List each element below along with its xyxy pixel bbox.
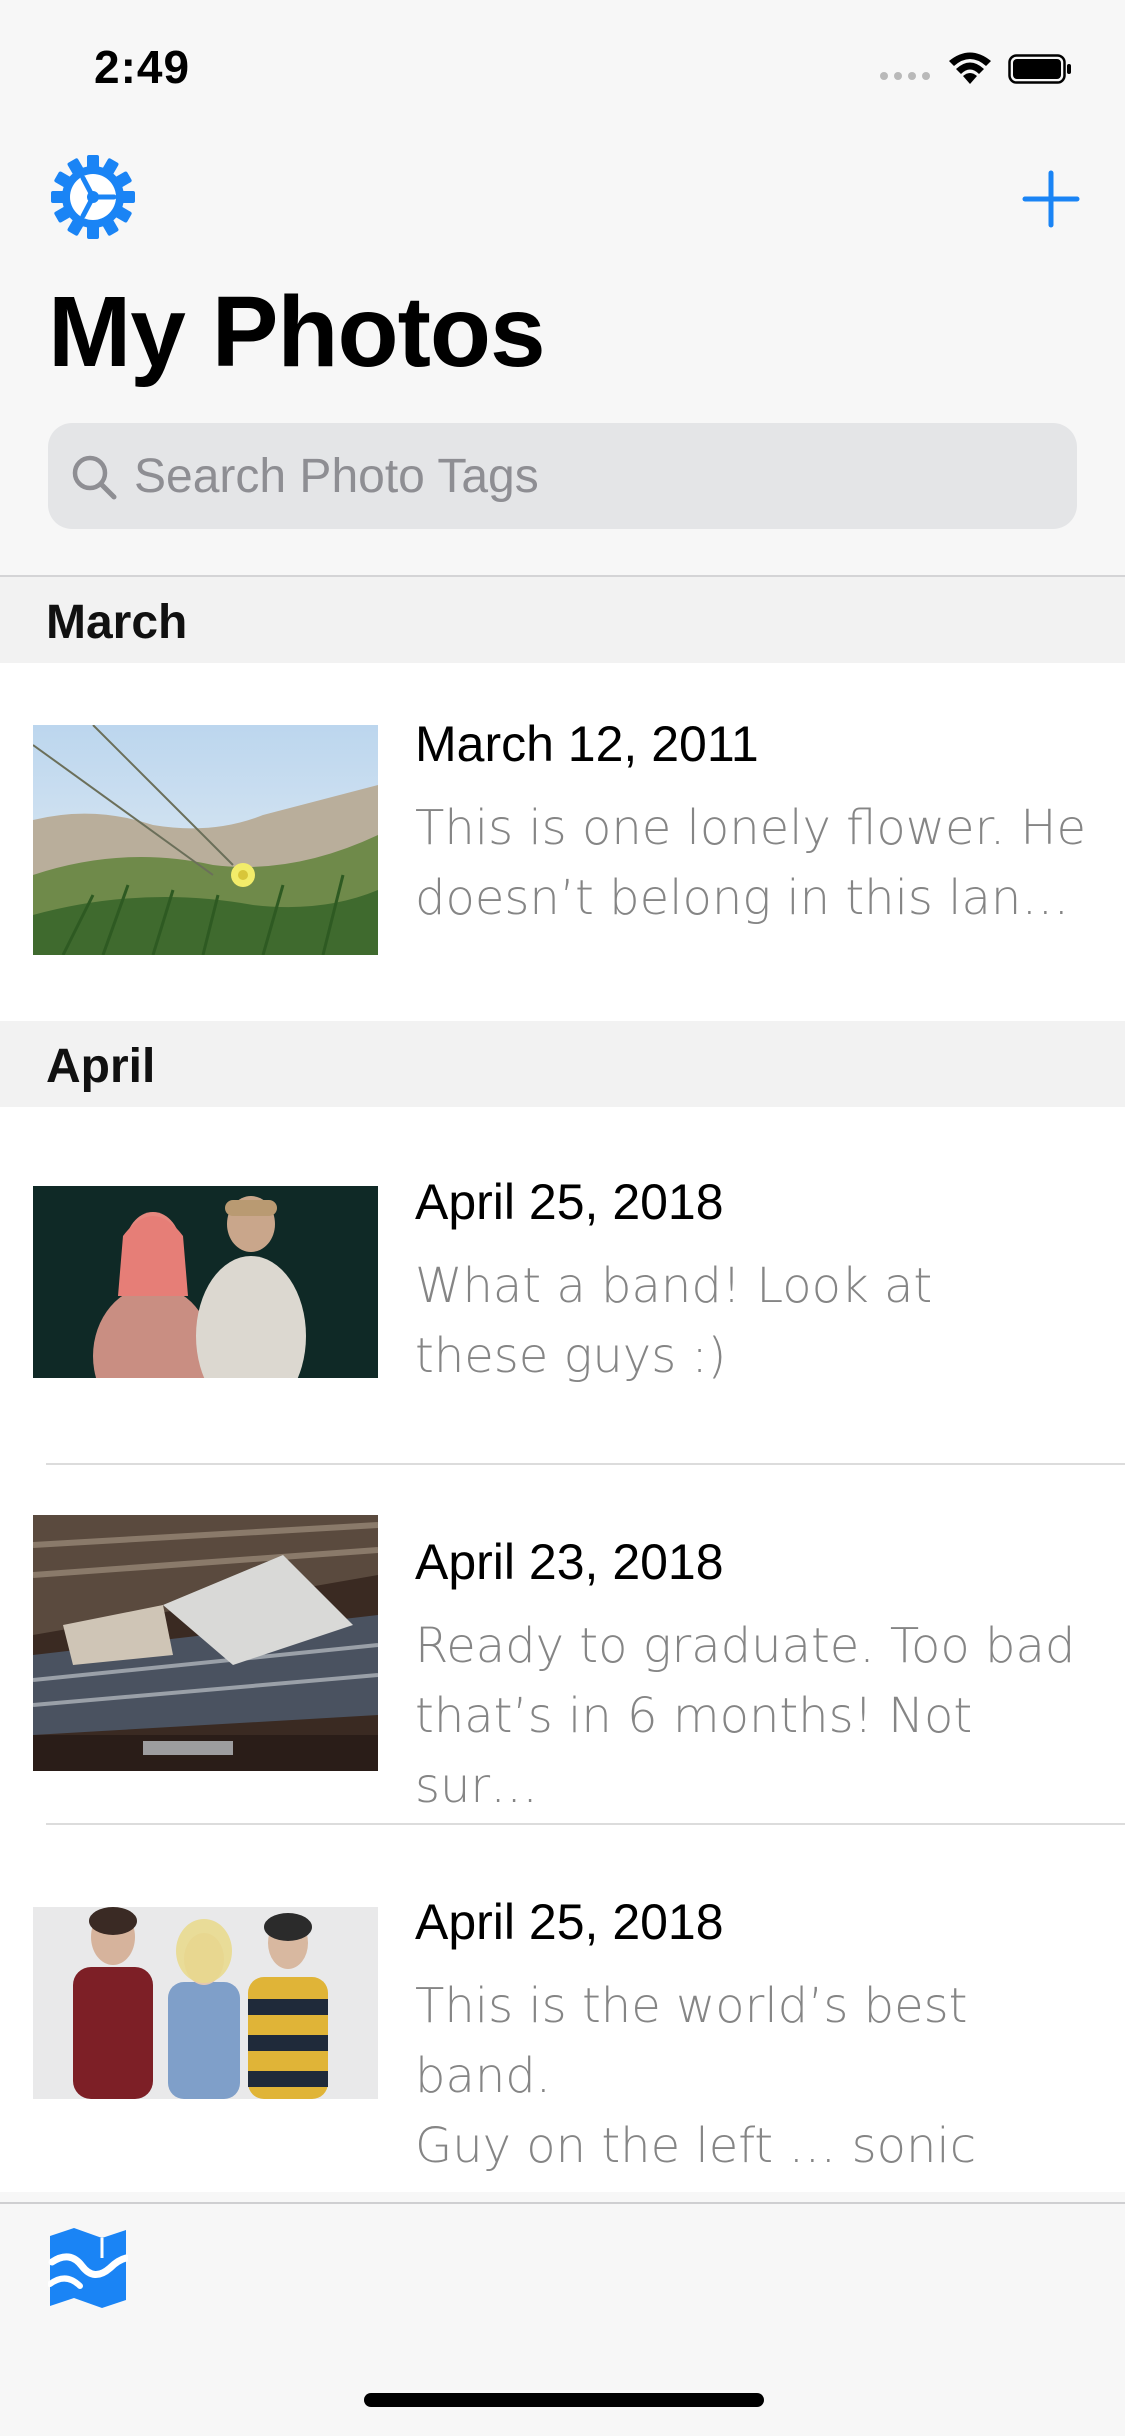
row-description-line: What a band! Look at xyxy=(415,1258,933,1314)
battery-icon xyxy=(1008,54,1071,84)
row-description-line: This is the world’s best band. xyxy=(415,1978,968,2104)
row-description-line: doesn’t belong in this lan… xyxy=(415,870,1070,926)
row-separator xyxy=(46,1823,1125,1825)
navigation-bar: My Photos xyxy=(0,132,1125,572)
row-date: April 25, 2018 xyxy=(415,1174,724,1230)
section-title: March xyxy=(46,596,188,649)
status-bar: 2:49 xyxy=(0,0,1125,132)
row-description: Ready to graduate. Too bad that’s in 6 m… xyxy=(415,1611,1095,1821)
photo-thumbnail-trio xyxy=(33,1907,378,2099)
plus-icon[interactable] xyxy=(1022,170,1080,228)
row-date: March 12, 2011 xyxy=(415,716,759,772)
map-icon[interactable] xyxy=(48,2228,128,2308)
gear-icon[interactable] xyxy=(50,154,136,240)
tab-bar-border xyxy=(0,2202,1125,2204)
section-title: April xyxy=(46,1040,156,1093)
photo-thumbnail-flower xyxy=(33,725,378,955)
section-header-april: April xyxy=(0,1021,1125,1107)
page-title: My Photos xyxy=(48,276,546,388)
row-description-line: This is one lonely flower. He xyxy=(415,800,1087,856)
row-description: This is one lonely flower. He doesn’t be… xyxy=(415,793,1095,933)
table-row[interactable]: March 12, 2011 This is one lonely flower… xyxy=(0,663,1125,1021)
row-date: April 25, 2018 xyxy=(415,1894,724,1950)
section-header-march: March xyxy=(0,577,1125,663)
row-description: What a band! Look at these guys :) xyxy=(415,1251,1095,1391)
row-date: April 23, 2018 xyxy=(415,1534,724,1590)
search-icon xyxy=(72,455,117,500)
cellular-signal-icon xyxy=(880,72,932,82)
home-indicator xyxy=(364,2393,764,2407)
search-bar[interactable] xyxy=(48,423,1077,529)
wifi-icon xyxy=(949,52,991,84)
row-description-line: that’s in 6 months! Not sur… xyxy=(415,1688,973,1814)
row-description-line: these guys :) xyxy=(415,1328,727,1384)
table-section-april: April 25, 2018 What a band! Look at thes… xyxy=(0,1107,1125,2244)
row-separator xyxy=(46,1463,1125,1465)
photo-thumbnail-band xyxy=(33,1186,378,1378)
status-time: 2:49 xyxy=(94,41,191,93)
photo-thumbnail-laptop xyxy=(33,1515,378,1771)
row-description-line: Ready to graduate. Too bad xyxy=(415,1618,1076,1674)
search-input[interactable] xyxy=(134,423,1034,529)
